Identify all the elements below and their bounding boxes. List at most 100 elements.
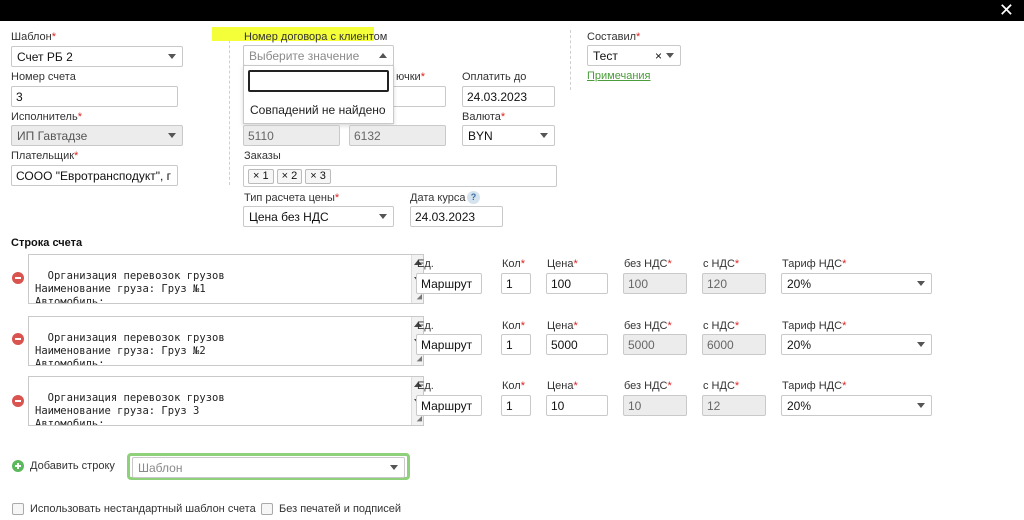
executor-select: ИП Гавтадзе xyxy=(11,125,183,146)
unit-input[interactable]: Маршрут xyxy=(416,273,482,294)
chevron-down-icon xyxy=(168,133,176,138)
composed-by-select[interactable]: Тест × xyxy=(587,45,681,66)
rate-date-input[interactable]: 24.03.2023 xyxy=(410,206,503,227)
unit-header: Ед. xyxy=(417,320,434,332)
invoice-number-label: Номер счета xyxy=(11,71,76,83)
with-vat-field: 120 xyxy=(702,273,766,294)
notes-link[interactable]: Примечания xyxy=(587,70,651,82)
no-vat-header: без НДС* xyxy=(624,320,672,332)
qty-input[interactable]: 1 xyxy=(501,273,531,294)
orders-tag-input[interactable]: × 1 × 2 × 3 xyxy=(243,165,557,187)
rate-date-label: Дата курса xyxy=(410,192,466,204)
price-input[interactable]: 100 xyxy=(546,273,608,294)
row-template-select[interactable]: Шаблон xyxy=(132,457,405,478)
with-vat-field: 6000 xyxy=(702,334,766,355)
order-tag[interactable]: × 1 xyxy=(248,169,274,184)
chevron-down-icon xyxy=(540,133,548,138)
no-vat-field: 5000 xyxy=(623,334,687,355)
remove-row-icon[interactable] xyxy=(12,333,24,345)
price-input[interactable]: 5000 xyxy=(546,334,608,355)
with-vat-header: с НДС* xyxy=(703,258,740,270)
line-description[interactable]: Организация перевозок грузов Наименовани… xyxy=(28,376,424,426)
qty-header: Кол* xyxy=(502,258,525,270)
column-divider xyxy=(229,30,230,185)
invoice-lines-title: Строка счета xyxy=(11,237,83,249)
price-header: Цена* xyxy=(547,380,578,392)
price-type-label: Тип расчета цены* xyxy=(244,192,340,204)
nonstandard-template-label: Использовать нестандартный шаблон счета xyxy=(30,503,256,515)
qty-header: Кол* xyxy=(502,380,525,392)
executor-label: Исполнитель* xyxy=(11,111,82,123)
order-tag[interactable]: × 3 xyxy=(305,169,331,184)
qty-input[interactable]: 1 xyxy=(501,395,531,416)
title-bar: ✕ xyxy=(0,0,1024,21)
vat-rate-select[interactable]: 20% xyxy=(781,273,932,294)
vat-rate-header: Тариф НДС* xyxy=(782,380,847,392)
no-stamps-label: Без печатей и подписей xyxy=(279,503,402,515)
chevron-down-icon xyxy=(917,281,925,286)
code-a-field: 5110 xyxy=(243,125,340,146)
price-header: Цена* xyxy=(547,320,578,332)
no-vat-field: 10 xyxy=(623,395,687,416)
currency-select[interactable]: BYN xyxy=(462,125,555,146)
qty-input[interactable]: 1 xyxy=(501,334,531,355)
vat-rate-select[interactable]: 20% xyxy=(781,334,932,355)
no-stamps-checkbox[interactable] xyxy=(261,503,273,515)
payer-label: Плательщик* xyxy=(11,150,79,162)
chevron-up-icon xyxy=(379,53,387,58)
partial-label: ючки* xyxy=(396,71,425,83)
pay-until-label: Оплатить до xyxy=(462,71,527,83)
chevron-down-icon xyxy=(168,54,176,59)
price-input[interactable]: 10 xyxy=(546,395,608,416)
chevron-down-icon xyxy=(666,53,674,58)
with-vat-field: 12 xyxy=(702,395,766,416)
pay-until-input[interactable]: 24.03.2023 xyxy=(462,86,555,107)
add-row-button[interactable]: Добавить строку xyxy=(30,460,115,472)
qty-header: Кол* xyxy=(502,320,525,332)
with-vat-header: с НДС* xyxy=(703,320,740,332)
contract-dropdown: Совпадений не найдено xyxy=(243,65,394,124)
composed-by-label: Составил* xyxy=(587,31,641,43)
contract-select[interactable]: Выберите значение xyxy=(243,45,394,66)
orders-label: Заказы xyxy=(244,150,281,162)
remove-row-icon[interactable] xyxy=(12,395,24,407)
remove-row-icon[interactable] xyxy=(12,272,24,284)
partial-input[interactable] xyxy=(392,86,446,107)
no-vat-field: 100 xyxy=(623,273,687,294)
help-icon[interactable]: ? xyxy=(467,191,480,204)
chevron-down-icon xyxy=(917,342,925,347)
template-focus-ring: Шаблон xyxy=(127,453,410,480)
invoice-number-input[interactable]: 3 xyxy=(11,86,178,107)
price-type-select[interactable]: Цена без НДС xyxy=(243,206,394,227)
nonstandard-template-checkbox[interactable] xyxy=(12,503,24,515)
template-select[interactable]: Счет РБ 2 xyxy=(11,46,183,67)
line-description[interactable]: Организация перевозок грузов Наименовани… xyxy=(28,254,424,304)
line-description[interactable]: Организация перевозок грузов Наименовани… xyxy=(28,316,424,366)
column-divider xyxy=(570,30,571,90)
contract-search-input[interactable] xyxy=(248,70,389,92)
vat-rate-select[interactable]: 20% xyxy=(781,395,932,416)
currency-label: Валюта* xyxy=(462,111,506,123)
unit-input[interactable]: Маршрут xyxy=(416,334,482,355)
no-vat-header: без НДС* xyxy=(624,258,672,270)
unit-header: Ед. xyxy=(417,258,434,270)
payer-input[interactable]: СООО "Евротрансподукт", г xyxy=(11,165,178,186)
code-b-field: 6132 xyxy=(349,125,446,146)
unit-input[interactable]: Маршрут xyxy=(416,395,482,416)
template-label: Шаблон* xyxy=(11,31,57,43)
no-match-text: Совпадений не найдено xyxy=(250,103,386,117)
contract-label: Номер договора с клиентом xyxy=(244,31,388,43)
chevron-down-icon xyxy=(379,214,387,219)
vat-rate-header: Тариф НДС* xyxy=(782,258,847,270)
add-row-icon[interactable] xyxy=(12,460,24,472)
vat-rate-header: Тариф НДС* xyxy=(782,320,847,332)
order-tag[interactable]: × 2 xyxy=(276,169,303,184)
price-header: Цена* xyxy=(547,258,578,270)
close-icon[interactable]: ✕ xyxy=(999,1,1014,19)
no-vat-header: без НДС* xyxy=(624,380,672,392)
unit-header: Ед. xyxy=(417,380,434,392)
chevron-down-icon xyxy=(390,465,398,470)
chevron-down-icon xyxy=(917,403,925,408)
with-vat-header: с НДС* xyxy=(703,380,740,392)
clear-icon[interactable]: × xyxy=(655,49,662,63)
